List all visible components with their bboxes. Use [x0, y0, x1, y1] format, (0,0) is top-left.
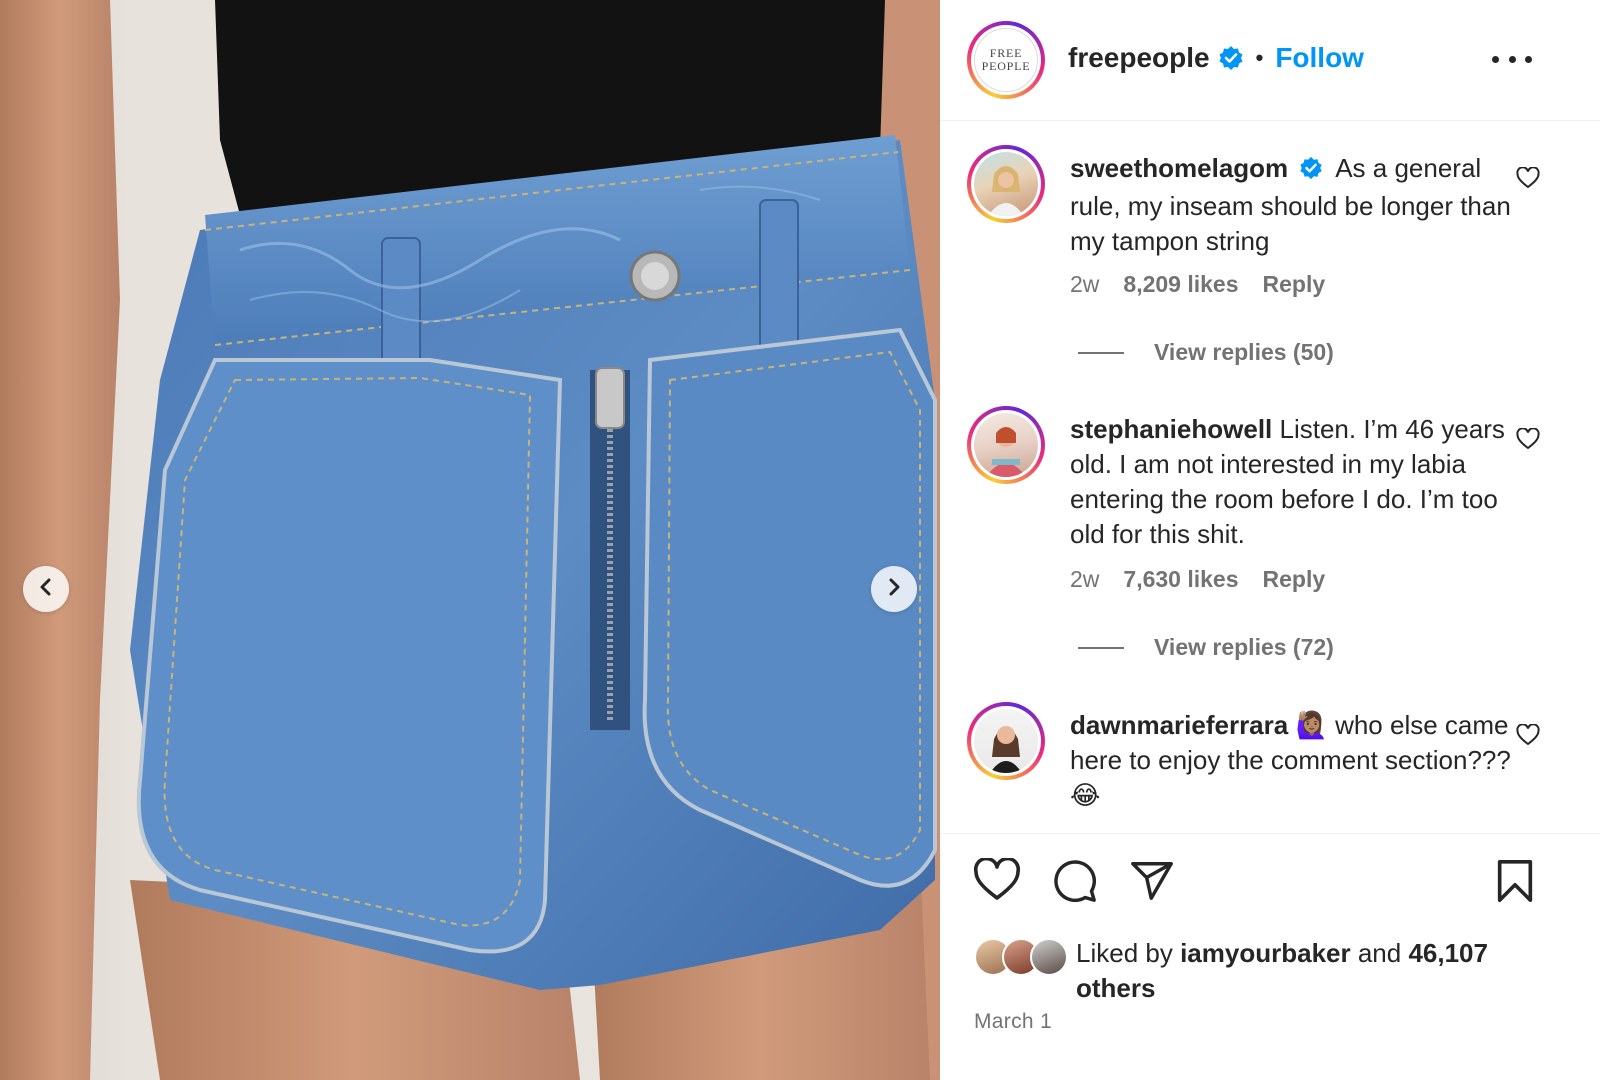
liked-by-middle: and: [1350, 938, 1409, 968]
comment-item: sweethomelagom As a general rule, my ins…: [940, 145, 1600, 385]
comment-meta: 2w 8,209 likes Reply: [1070, 271, 1325, 298]
comment-username[interactable]: sweethomelagom: [1070, 153, 1288, 183]
chevron-left-icon: [36, 577, 56, 602]
liker-avatar: [1030, 938, 1068, 976]
divider-line: [1078, 351, 1124, 354]
comment-age: 2w: [1070, 566, 1100, 592]
previous-photo-button[interactable]: [23, 566, 69, 612]
bookmark-icon[interactable]: [1495, 858, 1535, 909]
next-photo-button[interactable]: [871, 566, 917, 612]
comment-item: dawnmarieferrara 🙋🏽‍♀️ who else came her…: [940, 702, 1600, 833]
comments-list[interactable]: sweethomelagom As a general rule, my ins…: [940, 121, 1600, 833]
reply-button[interactable]: Reply: [1263, 271, 1326, 298]
post-photo: [0, 0, 940, 1080]
view-replies-button[interactable]: View replies (50): [1078, 339, 1334, 366]
comment-body: sweethomelagom As a general rule, my ins…: [1070, 151, 1530, 259]
liked-by-user[interactable]: iamyourbaker: [1180, 938, 1351, 968]
reply-button[interactable]: Reply: [1263, 566, 1326, 593]
post-sidebar: FREE PEOPLE freepeople • Follow sweethom…: [940, 0, 1600, 1080]
comment-icon[interactable]: [1052, 858, 1098, 909]
author-username[interactable]: freepeople: [1068, 42, 1210, 74]
view-replies-button[interactable]: View replies (72): [1078, 634, 1334, 661]
liker-avatars[interactable]: [974, 938, 1072, 976]
post-header: FREE PEOPLE freepeople • Follow: [940, 0, 1600, 121]
view-replies-label: View replies (72): [1154, 634, 1334, 660]
post-media[interactable]: [0, 0, 940, 1080]
comment-age: 2w: [1070, 271, 1100, 297]
commenter-avatar[interactable]: [967, 406, 1045, 484]
comment-username[interactable]: dawnmarieferrara: [1070, 710, 1288, 740]
comment-likes[interactable]: 7,630 likes: [1123, 566, 1238, 593]
comment-body: dawnmarieferrara 🙋🏽‍♀️ who else came her…: [1070, 708, 1530, 813]
comment-username[interactable]: stephaniehowell: [1070, 414, 1272, 444]
verified-badge-icon: [1299, 154, 1323, 189]
author-line: freepeople • Follow: [1068, 41, 1364, 75]
brand-logo-line-2: PEOPLE: [981, 59, 1031, 73]
post-actions: Liked by iamyourbaker and 46,107 others …: [940, 833, 1600, 1080]
follow-button[interactable]: Follow: [1275, 42, 1364, 74]
author-avatar[interactable]: FREE PEOPLE: [967, 21, 1045, 99]
chevron-right-icon: [884, 577, 904, 602]
commenter-avatar[interactable]: [967, 145, 1045, 223]
liked-by-prefix: Liked by: [1076, 938, 1181, 968]
separator-dot: •: [1255, 45, 1264, 70]
like-comment-heart-icon[interactable]: [1516, 427, 1540, 455]
comment-meta: 2w 7,630 likes Reply: [1070, 566, 1325, 593]
liked-by-text: Liked by iamyourbaker and 46,107 others: [1076, 936, 1546, 1006]
divider-line: [1078, 646, 1124, 649]
like-comment-heart-icon[interactable]: [1516, 723, 1540, 751]
verified-badge-icon: [1218, 45, 1244, 71]
comment-body: stephaniehowell Listen. I’m 46 years old…: [1070, 412, 1530, 552]
commenter-avatar[interactable]: [967, 702, 1045, 780]
comment-likes[interactable]: 8,209 likes: [1123, 271, 1238, 298]
post-date: March 1: [974, 1010, 1052, 1033]
like-comment-heart-icon[interactable]: [1516, 166, 1540, 194]
comment-item: stephaniehowell Listen. I’m 46 years old…: [940, 406, 1600, 676]
share-icon[interactable]: [1129, 858, 1175, 909]
heart-icon[interactable]: [973, 856, 1021, 907]
view-replies-label: View replies (50): [1154, 339, 1334, 365]
more-options-icon[interactable]: [1492, 47, 1532, 71]
